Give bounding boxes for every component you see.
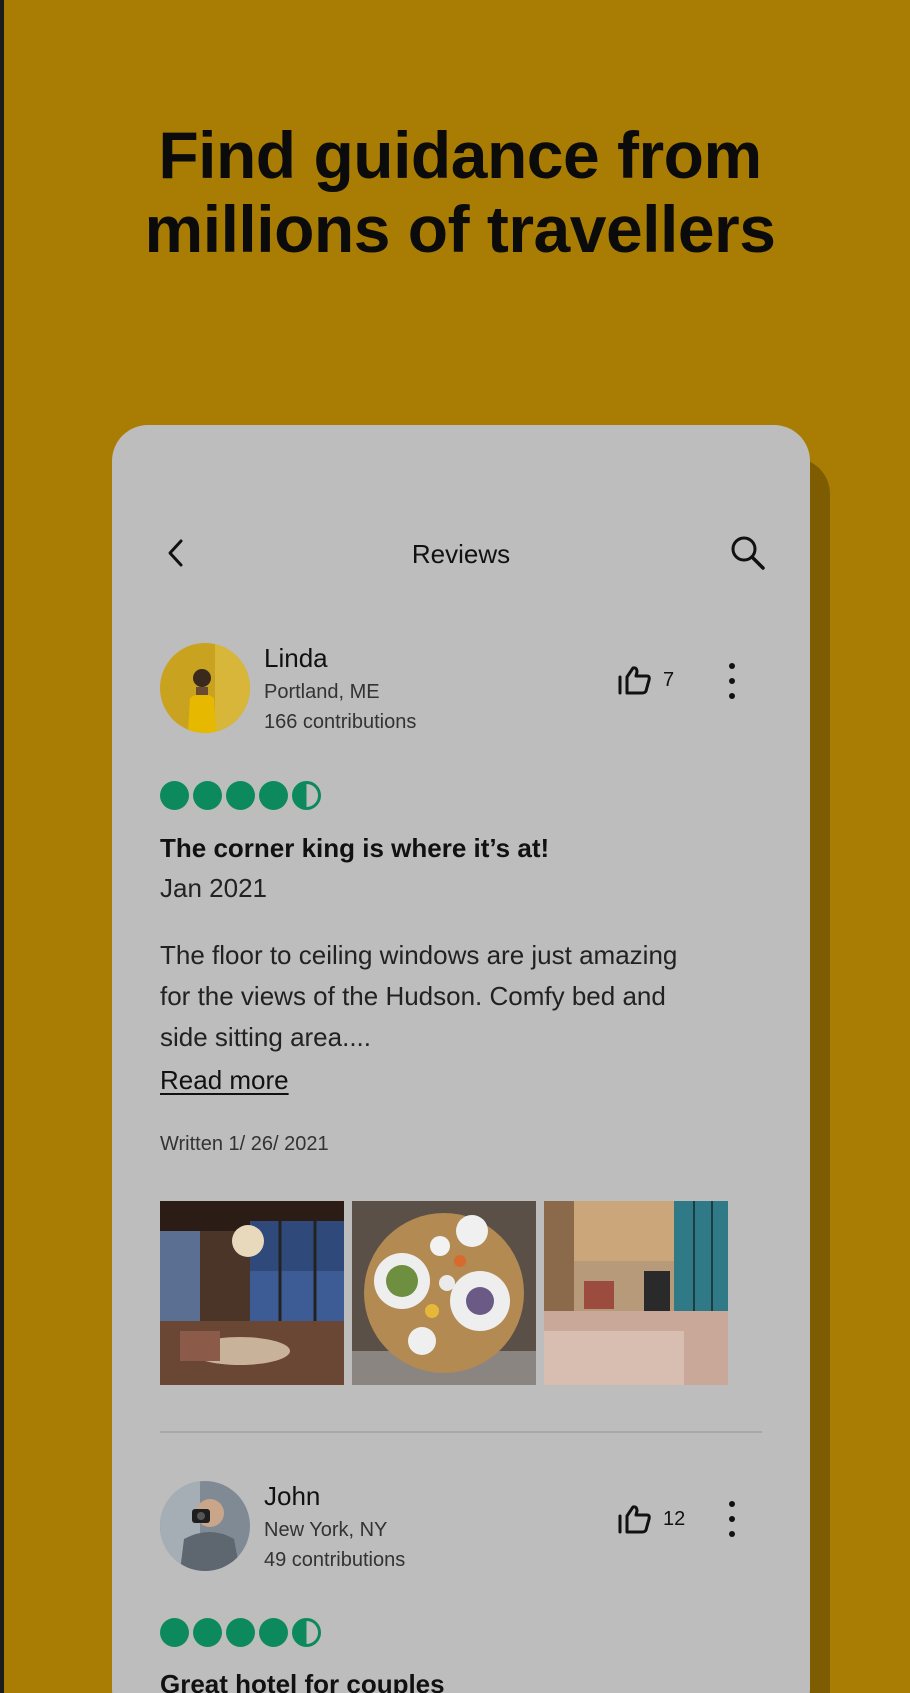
review-date: Jan 2021 [160, 873, 267, 903]
search-icon [731, 536, 765, 570]
rating-bubble-full [193, 1618, 222, 1647]
review-title[interactable]: The corner king is where it’s at! [160, 833, 549, 864]
review-photos [160, 1201, 728, 1385]
headline-line-1: Find guidance from [158, 118, 762, 192]
dot [729, 663, 735, 669]
reviewer-name[interactable]: Linda [264, 643, 328, 674]
rating-bubble-full [259, 781, 288, 810]
page-title: Reviews [411, 539, 511, 569]
rating-bubble-full [193, 781, 222, 810]
rating-bubble-full [226, 781, 255, 810]
review-body-line: for the views of the Hudson. Comfy bed a… [160, 981, 666, 1011]
thumbs-up-icon [618, 1505, 651, 1534]
like-count: 7 [663, 668, 675, 691]
headline: Find guidance from millions of traveller… [0, 118, 910, 266]
avatar-image [160, 1481, 250, 1571]
search-button[interactable] [726, 531, 770, 575]
rating-bubble-half [292, 781, 321, 810]
headline-line-2: millions of travellers [144, 192, 776, 266]
rating-bubbles [160, 781, 321, 810]
avatar[interactable] [160, 1481, 250, 1571]
more-options-button[interactable] [722, 661, 742, 701]
phone-screen: Reviews Linda Portland, ME 166 contribut… [112, 425, 810, 1693]
rating-bubble-full [160, 781, 189, 810]
reviewer-contributions: 49 contributions [264, 1549, 406, 1571]
rating-bubble-half [292, 1618, 321, 1647]
dot [729, 678, 735, 684]
more-options-button[interactable] [722, 1499, 742, 1539]
like-button[interactable]: 12 [617, 1504, 685, 1534]
read-more-link[interactable]: Read more [160, 1065, 289, 1096]
rating-bubble-full [259, 1618, 288, 1647]
review-photo-suite[interactable] [544, 1201, 728, 1385]
dot [729, 1516, 735, 1522]
review-photo-room[interactable] [160, 1201, 344, 1385]
like-count: 12 [663, 1507, 686, 1530]
thumbs-up-icon [618, 666, 651, 695]
review-photo-breakfast[interactable] [352, 1201, 536, 1385]
reviewer-contributions: 166 contributions [264, 711, 417, 733]
review-body-line: The floor to ceiling windows are just am… [160, 940, 678, 970]
dot [729, 1531, 735, 1537]
rating-bubble-full [160, 1618, 189, 1647]
rating-bubble-full [226, 1618, 255, 1647]
dot [729, 693, 735, 699]
reviewer-location: Portland, ME [264, 681, 380, 703]
written-date: Written 1/ 26/ 2021 [160, 1133, 329, 1155]
avatar-image [160, 643, 250, 733]
reviewer-name[interactable]: John [264, 1481, 320, 1512]
like-button[interactable]: 7 [617, 665, 674, 695]
review-body-line: side sitting area.... [160, 1022, 371, 1052]
avatar[interactable] [160, 643, 250, 733]
top-bar: Reviews [112, 525, 810, 585]
review-title[interactable]: Great hotel for couples [160, 1669, 445, 1693]
reviewer-location: New York, NY [264, 1519, 388, 1541]
rating-bubbles [160, 1618, 321, 1647]
dot [729, 1501, 735, 1507]
review-divider [160, 1431, 762, 1433]
review-body: The floor to ceiling windows are just am… [160, 935, 760, 1058]
